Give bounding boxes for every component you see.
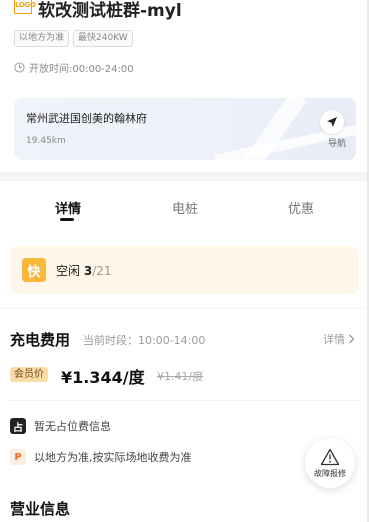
availability-label: 空闲 (56, 264, 81, 278)
total-count: /21 (92, 264, 112, 278)
tag-max-power: 最快240KW (73, 30, 133, 47)
chevron-right-icon (349, 334, 355, 344)
station-distance: 19.45km (26, 136, 66, 146)
free-count: 3 (83, 264, 93, 278)
occupancy-fee-text: 暂无占位费信息 (34, 420, 111, 433)
availability-text: 空闲 3/21 (56, 262, 112, 279)
divider (10, 400, 359, 401)
tab-chargers[interactable]: 电桩 (172, 198, 198, 217)
fee-detail-label: 详情 (323, 333, 345, 346)
station-header: LOGO 软改测试桩群-myl 以地方为准 最快240KW 开放时间:00:00… (0, 0, 369, 178)
fee-detail-link[interactable]: 详情 (323, 331, 355, 347)
fee-title: 充电费用 (10, 331, 71, 349)
opening-hours: 开放时间:00:00-24:00 (14, 60, 134, 75)
parking-fee-text: 以地方为准,按实际场地收费为准 (34, 451, 192, 464)
station-tags: 以地方为准 最快240KW (14, 30, 133, 47)
member-price-tag: 会员价 (10, 367, 48, 382)
station-address: 常州武进国创美的翰林府 (26, 112, 147, 125)
tab-details[interactable]: 详情 (55, 198, 81, 217)
original-price: ¥1.41/度 (157, 370, 204, 383)
location-card[interactable]: 常州武进国创美的翰林府 19.45km 导航 (14, 98, 356, 160)
fast-charge-badge: 快 (22, 258, 46, 282)
fee-period: 当前时段：10:00-14:00 (83, 334, 206, 347)
navigation-arrow-icon (327, 117, 337, 127)
detail-tabs: 详情 电桩 优惠 (0, 188, 369, 230)
warning-icon (320, 448, 340, 465)
active-tab-indicator (60, 218, 74, 221)
clock-icon (14, 62, 25, 73)
availability-card[interactable]: 快 空闲 3/21 (10, 246, 359, 294)
report-fault-button[interactable]: 故障报修 (305, 438, 355, 488)
section-divider (0, 172, 369, 181)
opening-hours-text: 开放时间:00:00-24:00 (29, 64, 134, 75)
parking-fee-row: P 以地方为准,按实际场地收费为准 (10, 449, 192, 465)
station-title: 软改测试桩群-myl (38, 1, 182, 21)
occupancy-fee-row: 占 暂无占位费信息 (10, 418, 111, 434)
parking-icon: P (10, 449, 26, 465)
tag-local-standard: 以地方为准 (14, 30, 70, 47)
business-info-title: 营业信息 (10, 500, 71, 518)
tab-offers[interactable]: 优惠 (288, 198, 314, 217)
station-logo: LOGO (14, 0, 36, 14)
navigate-button[interactable] (320, 110, 344, 134)
member-price: ¥1.344/度 (61, 368, 145, 387)
section-divider (0, 308, 369, 309)
occupancy-icon: 占 (10, 418, 26, 434)
report-fault-label: 故障报修 (314, 468, 346, 478)
navigate-label[interactable]: 导航 (328, 136, 346, 149)
